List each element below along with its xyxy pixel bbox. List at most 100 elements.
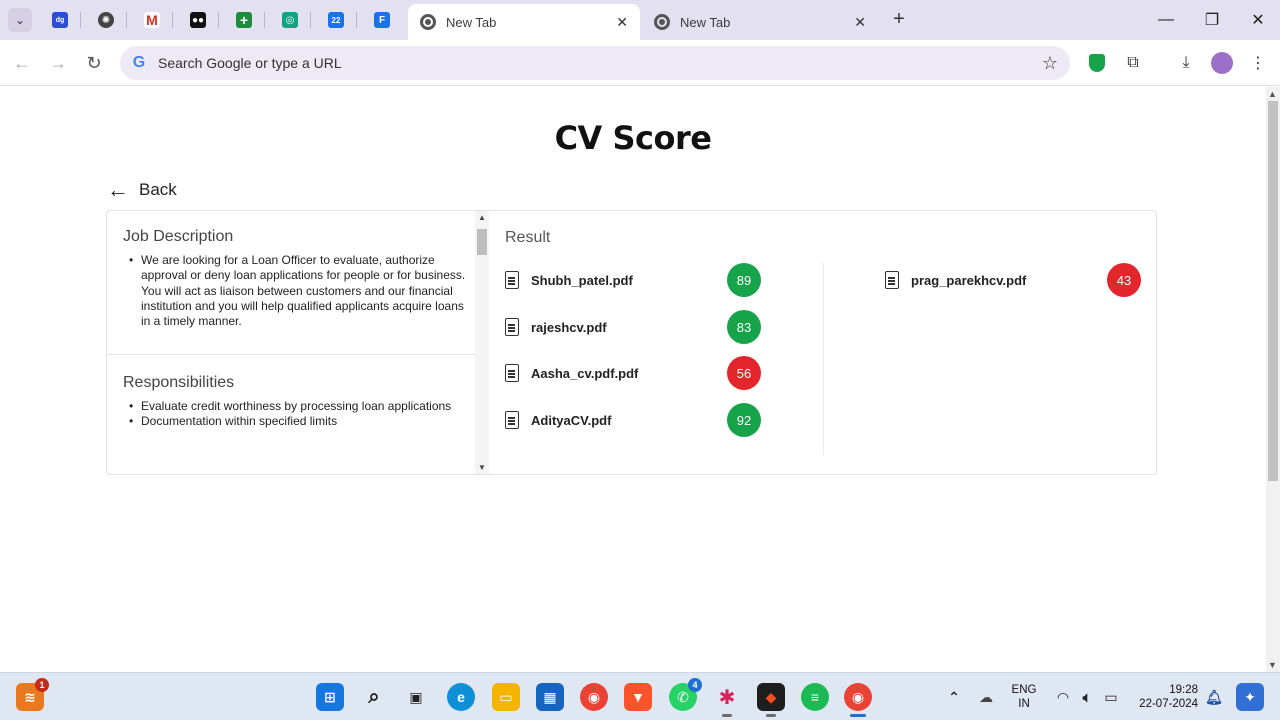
profile-avatar[interactable]	[1211, 52, 1233, 74]
responsibilities-heading: Responsibilities	[123, 374, 235, 391]
tab-strip: ⌄ dg ✺ M ●● + ◎ 22 F New Tab ✕ New Tab ✕…	[0, 0, 1280, 40]
tab-search-button[interactable]: ⌄	[8, 8, 32, 32]
calendar-icon: 22	[328, 12, 344, 28]
result-filename: Aasha_cv.pdf.pdf	[531, 365, 639, 381]
address-placeholder: Search Google or type a URL	[158, 55, 342, 71]
microsoft-store-icon[interactable]: ▦	[536, 683, 564, 711]
address-bar[interactable]: G Search Google or type a URL ☆	[120, 46, 1070, 80]
chrome-icon[interactable]: ◉	[580, 683, 608, 711]
download-icon[interactable]: ⤓	[1175, 52, 1197, 74]
tab-separator	[218, 12, 219, 28]
scroll-up-icon[interactable]: ▲	[478, 213, 486, 222]
pinned-tab-chatgpt[interactable]: ✺	[93, 8, 119, 32]
close-icon[interactable]: ✕	[854, 14, 866, 31]
notification-badge: 1	[35, 678, 49, 692]
scrollbar-thumb[interactable]	[477, 229, 487, 255]
menu-kebab-icon[interactable]: ⋮	[1247, 52, 1269, 74]
back-button[interactable]: ← Back	[107, 177, 177, 203]
start-windows-icon[interactable]: ⊞	[316, 683, 344, 711]
result-row[interactable]: AdityaCV.pdf 92	[505, 403, 761, 437]
whatsapp-icon[interactable]: ✆ 4	[669, 678, 702, 711]
slack-icon[interactable]: ✱	[713, 683, 741, 717]
result-row[interactable]: prag_parekhcv.pdf 43	[885, 263, 1141, 297]
figma-icon[interactable]: ◆	[757, 683, 785, 717]
battery-icon[interactable]: ▭	[1097, 683, 1125, 711]
minimize-button[interactable]: —	[1146, 6, 1186, 34]
reload-icon[interactable]: ↻	[81, 50, 107, 76]
pinned-tab-medium[interactable]: ●●	[185, 8, 211, 32]
google-icon: G	[132, 54, 146, 71]
tab-new-tab-active[interactable]: New Tab ✕	[408, 4, 640, 40]
windows-taskbar: ≋ 1 ⊞ ⌕ ▣ e ▭ ▦ ◉ ▼ ✆ 4 ✱ ◆ ≡ ◉ ⌃ ☁ ENG IN…	[0, 672, 1280, 720]
result-row[interactable]: Aasha_cv.pdf.pdf 56	[505, 356, 761, 390]
result-filename: rajeshcv.pdf	[531, 319, 607, 335]
restore-button[interactable]: ❐	[1192, 6, 1232, 34]
page-scrollbar[interactable]: ▲ ▼	[1266, 87, 1280, 672]
pinned-tab-digio[interactable]: dg	[47, 8, 73, 32]
sheets-plus-icon: +	[236, 12, 252, 28]
show-hidden-icons-chevron-icon[interactable]: ⌃	[940, 683, 968, 711]
forward-arrow-icon[interactable]: →	[45, 50, 71, 76]
score-badge: 56	[727, 356, 761, 390]
file-explorer-icon[interactable]: ▭	[492, 683, 520, 711]
chatgpt-icon: ✺	[98, 12, 114, 28]
tab-new-tab[interactable]: New Tab ✕	[642, 4, 878, 40]
job-panel: Job Description We are looking for a Loa…	[107, 211, 475, 474]
column-divider	[823, 263, 824, 455]
spotify-icon[interactable]: ≡	[801, 683, 829, 711]
back-arrow-icon[interactable]: ←	[9, 50, 35, 76]
document-icon	[505, 271, 519, 289]
scroll-up-icon[interactable]: ▲	[1268, 89, 1277, 99]
pinned-tab-app[interactable]: ◎	[277, 8, 303, 32]
chrome-icon	[654, 14, 670, 30]
page-title: CV Score	[554, 119, 712, 157]
notification-bell-icon[interactable]: 🔔︎	[1200, 683, 1228, 711]
tab-separator	[80, 12, 81, 28]
page-content: CV Score ← Back Job Description We are l…	[0, 87, 1266, 672]
pinned-tab-sheets[interactable]: +	[231, 8, 257, 32]
back-arrow-icon: ←	[107, 177, 129, 202]
onedrive-cloud-icon[interactable]: ☁	[972, 683, 1000, 711]
pinned-tab-calendar[interactable]: 22	[323, 8, 349, 32]
tab-separator	[172, 12, 173, 28]
language-indicator[interactable]: ENG IN	[1006, 683, 1042, 711]
close-icon[interactable]: ✕	[616, 14, 628, 31]
clock-date: 22-07-2024	[1139, 698, 1198, 710]
task-view-icon[interactable]: ▣	[402, 683, 430, 711]
job-description-item: We are looking for a Loan Officer to eva…	[129, 253, 474, 329]
chrome-profile-icon[interactable]: ◉	[844, 683, 872, 717]
scroll-down-icon[interactable]: ▼	[1268, 660, 1277, 670]
job-panel-scrollbar[interactable]: ▲ ▼	[475, 211, 489, 474]
tab-separator	[264, 12, 265, 28]
tab-separator	[310, 12, 311, 28]
result-row[interactable]: Shubh_patel.pdf 89	[505, 263, 761, 297]
clock[interactable]: 19:28 22-07-2024	[1128, 683, 1198, 711]
result-filename: AdityaCV.pdf	[531, 412, 612, 428]
responsibilities-list: Evaluate credit worthiness by processing…	[129, 399, 474, 430]
result-filename: Shubh_patel.pdf	[531, 272, 633, 288]
cv-score-card: Job Description We are looking for a Loa…	[106, 210, 1157, 475]
bookmark-star-icon[interactable]: ☆	[1042, 53, 1058, 74]
extensions-puzzle-icon[interactable]: ⧉	[1122, 52, 1144, 74]
brave-icon[interactable]: ▼	[624, 683, 652, 711]
app-icon: ◎	[282, 12, 298, 28]
scrollbar-thumb[interactable]	[1268, 101, 1278, 481]
browser-toolbar: ← → ↻ G Search Google or type a URL ☆ ⧉ …	[0, 40, 1280, 86]
edge-icon[interactable]: e	[447, 683, 475, 711]
back-label: Back	[139, 180, 177, 199]
score-badge: 83	[727, 310, 761, 344]
region-code: IN	[1018, 698, 1030, 710]
responsibility-item: Documentation within specified limits	[129, 414, 474, 430]
responsibility-item: Evaluate credit worthiness by processing…	[129, 399, 474, 415]
document-icon	[505, 318, 519, 336]
shield-extension-icon[interactable]	[1086, 52, 1108, 74]
copilot-icon[interactable]: ✦	[1236, 683, 1264, 711]
search-icon[interactable]: ⌕	[360, 683, 388, 711]
close-window-button[interactable]: ✕	[1238, 6, 1278, 34]
new-tab-button[interactable]: +	[888, 8, 910, 30]
pinned-tab-forms[interactable]: F	[369, 8, 395, 32]
pinned-tab-gmail[interactable]: M	[139, 8, 165, 32]
result-row[interactable]: rajeshcv.pdf 83	[505, 310, 761, 344]
widgets-icon[interactable]: ≋ 1	[16, 678, 49, 711]
scroll-down-icon[interactable]: ▼	[478, 463, 486, 472]
